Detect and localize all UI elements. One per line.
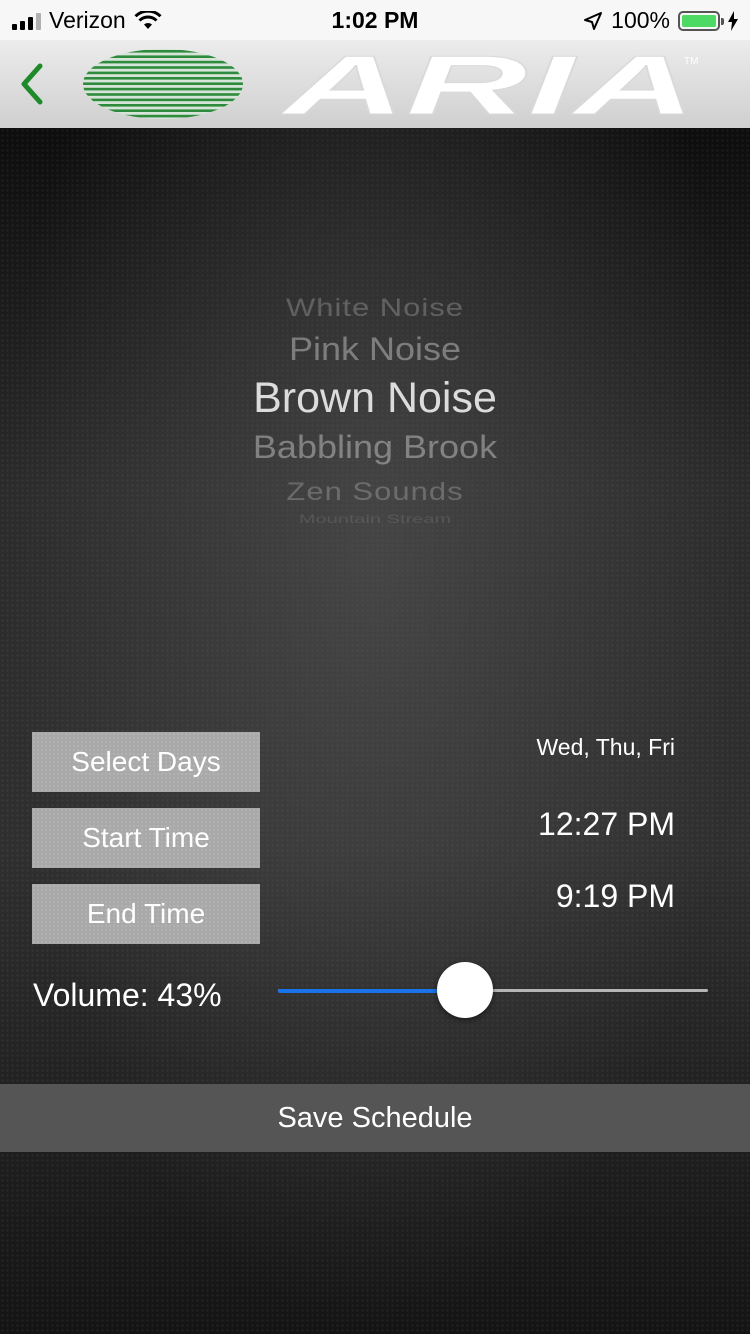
- start-time-button[interactable]: Start Time: [32, 808, 260, 868]
- sound-picker[interactable]: White Noise Pink Noise Brown Noise Babbl…: [0, 278, 750, 538]
- end-time-value: 9:19 PM: [555, 878, 675, 914]
- picker-item[interactable]: Pink Noise: [0, 330, 750, 368]
- days-value: Wed, Thu, Fri: [536, 734, 675, 760]
- logo-text: ARIA: [282, 48, 696, 120]
- logo-tm: TM: [684, 56, 698, 67]
- slider-thumb[interactable]: [437, 962, 494, 1018]
- status-right: 100%: [583, 7, 738, 34]
- start-time-value: 12:27 PM: [538, 806, 675, 842]
- chevron-left-icon[interactable]: [12, 58, 52, 110]
- picker-item[interactable]: White Noise: [0, 294, 750, 323]
- app-header: ARIA TM: [0, 40, 750, 128]
- picker-item[interactable]: Babbling Brook: [0, 428, 750, 466]
- aria-logo-wordmark: ARIA TM: [282, 48, 698, 120]
- select-days-button[interactable]: Select Days: [32, 732, 260, 792]
- battery-icon: [678, 10, 724, 31]
- end-time-button[interactable]: End Time: [32, 884, 260, 944]
- status-bar: Verizon 1:02 PM 100%: [0, 0, 750, 40]
- volume-slider[interactable]: [278, 962, 708, 1018]
- picker-item[interactable]: Mountain Stream: [0, 513, 750, 527]
- volume-label: Volume: 43%: [33, 977, 222, 1013]
- main-content: White Noise Pink Noise Brown Noise Babbl…: [0, 128, 750, 1334]
- picker-item[interactable]: Zen Sounds: [0, 478, 750, 507]
- charging-icon: [728, 10, 738, 31]
- battery-percent: 100%: [611, 7, 670, 33]
- save-schedule-button[interactable]: Save Schedule: [0, 1084, 750, 1152]
- picker-item-selected[interactable]: Brown Noise: [0, 374, 750, 423]
- location-icon: [584, 11, 603, 30]
- aria-logo-icon: [83, 49, 243, 119]
